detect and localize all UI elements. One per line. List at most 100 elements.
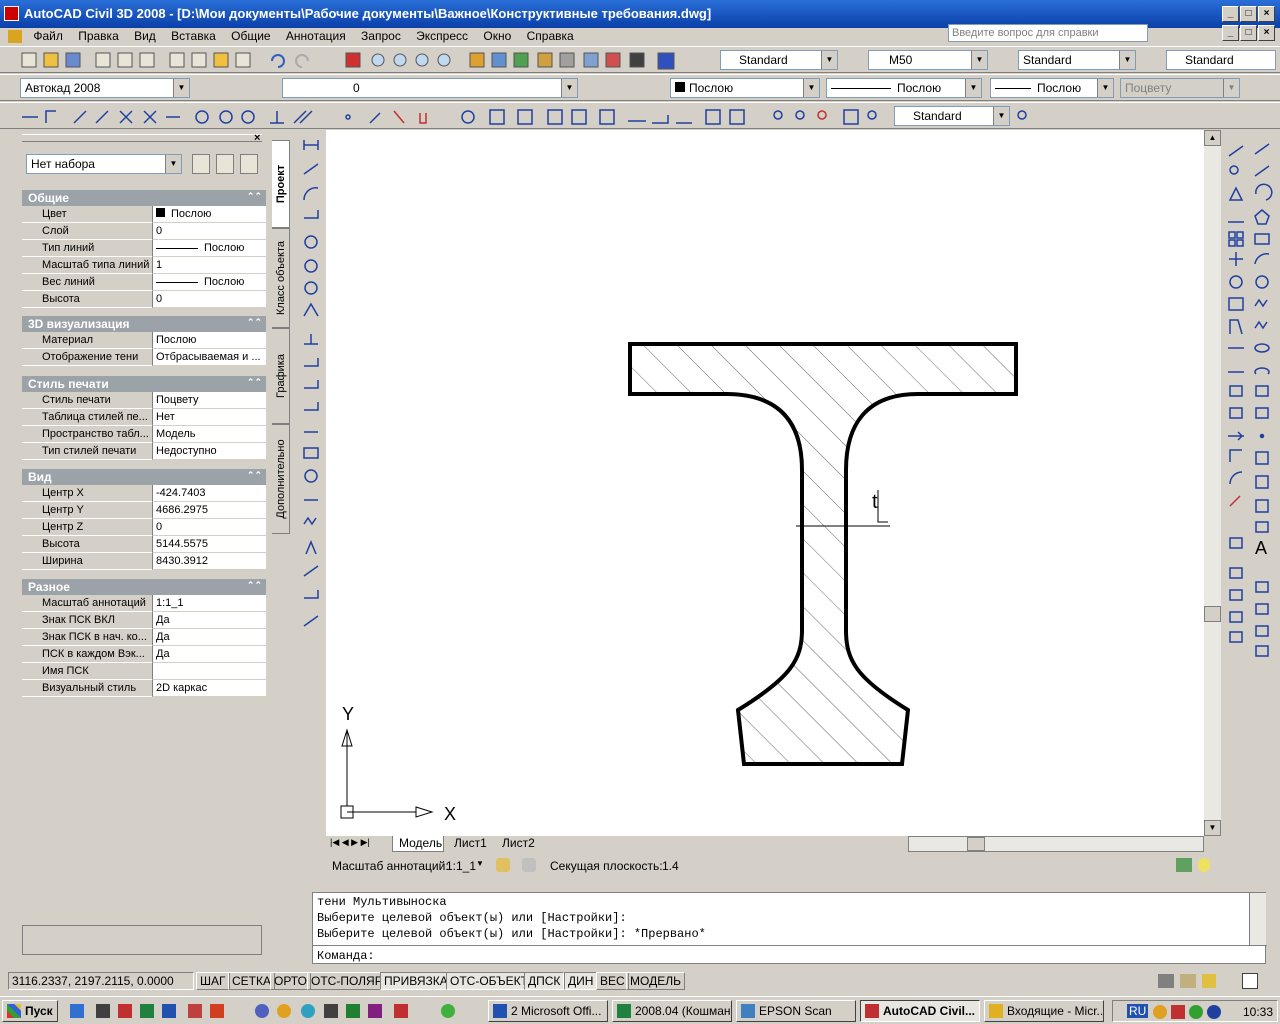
- tab-nav-icons[interactable]: |◀ ◀ ▶ ▶|: [330, 837, 370, 848]
- property-value[interactable]: 4686.2975: [152, 502, 266, 519]
- collapse-icon[interactable]: ⌃⌃: [247, 580, 262, 591]
- property-value[interactable]: 1: [152, 257, 266, 274]
- lineweight-select[interactable]: Послою ▼: [990, 78, 1114, 98]
- annotation-scale-value[interactable]: 1:1_1: [446, 859, 476, 873]
- tab-additional[interactable]: Дополнительно: [272, 424, 290, 534]
- text-style-select[interactable]: Standard ▼: [720, 50, 838, 70]
- linetype-select[interactable]: Послою ▼: [826, 78, 982, 98]
- tab-layout2[interactable]: Лист2: [498, 836, 544, 852]
- property-row[interactable]: Знак ПСК ВКЛ Да: [22, 612, 266, 629]
- scroll-down-button[interactable]: ▼: [1204, 820, 1221, 836]
- property-value[interactable]: Недоступно: [152, 443, 266, 460]
- command-scrollbar[interactable]: [1249, 893, 1266, 945]
- workspace-select[interactable]: Автокад 2008 ▼: [20, 78, 190, 98]
- layer-select[interactable]: 0 ▼: [282, 78, 578, 98]
- horizontal-scrollbar[interactable]: [908, 836, 1204, 852]
- property-row[interactable]: Масштаб аннотаций 1:1_1: [22, 595, 266, 612]
- quick-launch-bar[interactable]: [70, 1003, 470, 1019]
- tray-icon[interactable]: [1207, 1005, 1221, 1019]
- mleader-style-select[interactable]: Standard: [1166, 50, 1276, 70]
- property-row[interactable]: Пространство табл... Модель: [22, 426, 266, 443]
- menu-insert[interactable]: Вставка: [165, 28, 222, 43]
- menu-edit[interactable]: Правка: [72, 28, 125, 43]
- palette-grip[interactable]: [22, 134, 262, 142]
- help-search-input[interactable]: Введите вопрос для справки: [948, 24, 1148, 42]
- coordinates-readout[interactable]: 3116.2337, 2197.2115, 0.0000: [8, 972, 194, 990]
- property-value[interactable]: 2D каркас: [152, 680, 266, 697]
- toggle-pickadd-icon[interactable]: [192, 154, 210, 174]
- property-row[interactable]: Тип линий Послою: [22, 240, 266, 257]
- task-outlook[interactable]: Входящие - Micr...: [984, 1000, 1104, 1022]
- property-row[interactable]: Имя ПСК: [22, 663, 266, 680]
- task-epson-scan[interactable]: EPSON Scan: [736, 1000, 856, 1022]
- hscroll-thumb[interactable]: [967, 837, 985, 851]
- model-toggle[interactable]: МОДЕЛЬ: [626, 972, 685, 990]
- collapse-icon[interactable]: ⌃⌃: [247, 191, 262, 202]
- quick-select-icon[interactable]: [240, 154, 258, 174]
- property-section-header[interactable]: Общие ⌃⌃: [22, 190, 266, 206]
- scroll-up-button[interactable]: ▲: [1204, 130, 1221, 146]
- property-section-header[interactable]: Стиль печати ⌃⌃: [22, 376, 266, 392]
- lock-icon[interactable]: [1202, 974, 1216, 988]
- drawing-canvas[interactable]: t Y X: [326, 130, 1204, 836]
- auto-scale-icon[interactable]: [522, 858, 536, 872]
- doc-close-button[interactable]: ×: [1258, 25, 1275, 41]
- ortho-toggle[interactable]: ОРТО: [270, 972, 311, 990]
- property-value[interactable]: Нет: [152, 409, 266, 426]
- property-value[interactable]: -424.7403: [152, 485, 266, 502]
- property-value[interactable]: [152, 663, 266, 680]
- property-value[interactable]: 0: [152, 223, 266, 240]
- property-row[interactable]: Центр X -424.7403: [22, 485, 266, 502]
- property-row[interactable]: Высота 5144.5575: [22, 536, 266, 553]
- property-value[interactable]: Да: [152, 629, 266, 646]
- property-value[interactable]: Модель: [152, 426, 266, 443]
- property-row[interactable]: Центр Z 0: [22, 519, 266, 536]
- menu-annotation[interactable]: Аннотация: [280, 28, 352, 43]
- property-row[interactable]: Ширина 8430.3912: [22, 553, 266, 570]
- table-style-select[interactable]: Standard ▼: [1018, 50, 1136, 70]
- property-row[interactable]: Визуальный стиль 2D каркас: [22, 680, 266, 697]
- property-value[interactable]: Да: [152, 612, 266, 629]
- tab-object-class[interactable]: Класс объекта: [272, 228, 290, 328]
- language-indicator[interactable]: RU: [1127, 1004, 1149, 1018]
- comm-center-icon[interactable]: [1180, 974, 1196, 988]
- property-value[interactable]: Послою: [152, 240, 266, 257]
- wrench-icon[interactable]: [1158, 974, 1174, 988]
- doc-minimize-button[interactable]: _: [1222, 25, 1239, 41]
- osnap-toggle[interactable]: ПРИВЯЗКА: [380, 972, 452, 990]
- vertical-scrollbar[interactable]: ▲ ▼: [1204, 130, 1221, 836]
- property-value[interactable]: 5144.5575: [152, 536, 266, 553]
- selection-select[interactable]: Нет набора ▼: [26, 154, 182, 174]
- chevron-down-icon[interactable]: ▼: [476, 859, 484, 868]
- property-value[interactable]: 0: [152, 519, 266, 536]
- lightbulb-icon[interactable]: [1198, 858, 1210, 872]
- document-icon[interactable]: [8, 30, 22, 43]
- command-prompt[interactable]: Команда:: [317, 949, 375, 963]
- property-value[interactable]: Да: [152, 646, 266, 663]
- tab-model[interactable]: Модель: [392, 836, 444, 852]
- property-value[interactable]: Поцвету: [152, 392, 266, 409]
- tray-icon[interactable]: [1171, 1005, 1185, 1019]
- standard-toolbar-icons[interactable]: [0, 47, 700, 74]
- property-value[interactable]: Послою: [152, 332, 266, 349]
- property-section-header[interactable]: 3D визуализация ⌃⌃: [22, 316, 266, 332]
- task-excel[interactable]: 2008.04 (Кошман): [612, 1000, 732, 1022]
- ducs-toggle[interactable]: ДПСК: [524, 972, 565, 990]
- start-button[interactable]: Пуск: [2, 1000, 58, 1022]
- modify-toolbar[interactable]: [1224, 130, 1248, 660]
- property-row[interactable]: Слой 0: [22, 223, 266, 240]
- tray-icon[interactable]: [1189, 1005, 1203, 1019]
- property-section-header[interactable]: Вид ⌃⌃: [22, 469, 266, 485]
- property-row[interactable]: Высота 0: [22, 291, 266, 308]
- tab-layout1[interactable]: Лист1: [450, 836, 496, 852]
- color-select[interactable]: Послою ▼: [670, 78, 820, 98]
- grid-toggle[interactable]: СЕТКА: [228, 972, 275, 990]
- menu-view[interactable]: Вид: [128, 28, 162, 43]
- property-row[interactable]: Тип стилей печати Недоступно: [22, 443, 266, 460]
- property-row[interactable]: Отображение тени Отбрасываемая и ...: [22, 349, 266, 366]
- palette-close-icon[interactable]: ×: [254, 132, 260, 144]
- property-row[interactable]: Цвет Послою: [22, 206, 266, 223]
- property-value[interactable]: Послою: [152, 206, 266, 223]
- menu-general[interactable]: Общие: [225, 28, 276, 43]
- collapse-icon[interactable]: ⌃⌃: [247, 377, 262, 388]
